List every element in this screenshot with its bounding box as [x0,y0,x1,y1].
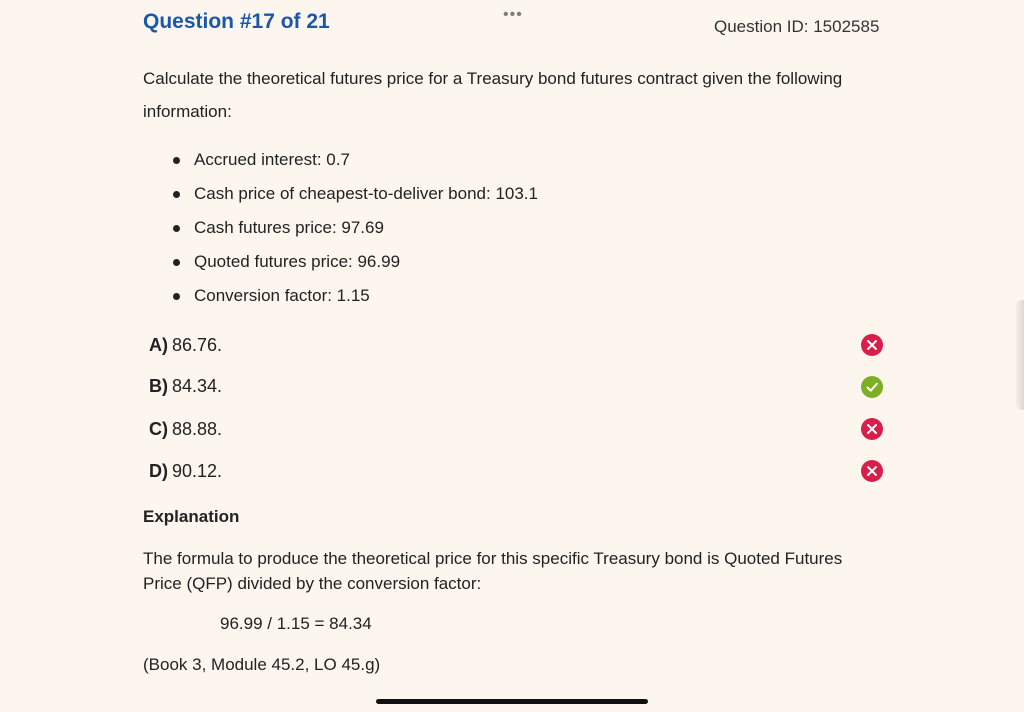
explanation-text: The formula to produce the theoretical p… [143,549,843,593]
home-indicator[interactable] [376,699,648,704]
question-id: Question ID: 1502585 [714,17,880,36]
fact-item: Quoted futures price: 96.99 [172,246,538,280]
choice-text: 86.76. [172,335,223,355]
fact-item: Cash price of cheapest-to-deliver bond: … [172,178,538,212]
x-circle-icon [861,418,883,440]
choice-letter: A) [149,335,168,355]
choice-c[interactable]: C) 88.88. [149,419,222,440]
choice-letter: B) [149,376,168,396]
bullet-icon [173,225,180,232]
choice-letter: C) [149,419,168,439]
fact-text: Quoted futures price: 96.99 [194,252,401,271]
fact-item: Conversion factor: 1.15 [172,280,538,314]
fact-item: Accrued interest: 0.7 [172,144,538,178]
fact-text: Cash price of cheapest-to-deliver bond: … [194,184,538,203]
choice-text: 90.12. [172,461,223,481]
choice-letter: D) [149,461,168,481]
x-circle-icon [861,460,883,482]
choice-text: 84.34. [172,376,223,396]
explanation-heading: Explanation [143,507,240,526]
choice-a[interactable]: A) 86.76. [149,335,222,356]
explanation-reference: (Book 3, Module 45.2, LO 45.g) [143,655,381,674]
choice-d[interactable]: D) 90.12. [149,461,222,482]
facts-list: Accrued interest: 0.7 Cash price of chea… [172,144,538,314]
bullet-icon [173,259,180,266]
choice-b[interactable]: B) 84.34. [149,376,222,397]
bullet-icon [173,293,180,300]
edge-shadow [1016,300,1024,410]
bullet-icon [173,157,180,164]
fact-item: Cash futures price: 97.69 [172,212,538,246]
fact-text: Cash futures price: 97.69 [194,218,384,237]
question-title: Question #17 of 21 [143,10,330,33]
fact-text: Conversion factor: 1.15 [194,286,370,305]
explanation-formula: 96.99 / 1.15 = 84.34 [220,614,372,633]
choice-text: 88.88. [172,419,223,439]
more-options-icon[interactable]: ••• [503,6,523,24]
question-stem: Calculate the theoretical futures price … [143,69,843,121]
check-circle-icon [861,376,883,398]
fact-text: Accrued interest: 0.7 [194,150,350,169]
bullet-icon [173,191,180,198]
x-circle-icon [861,334,883,356]
